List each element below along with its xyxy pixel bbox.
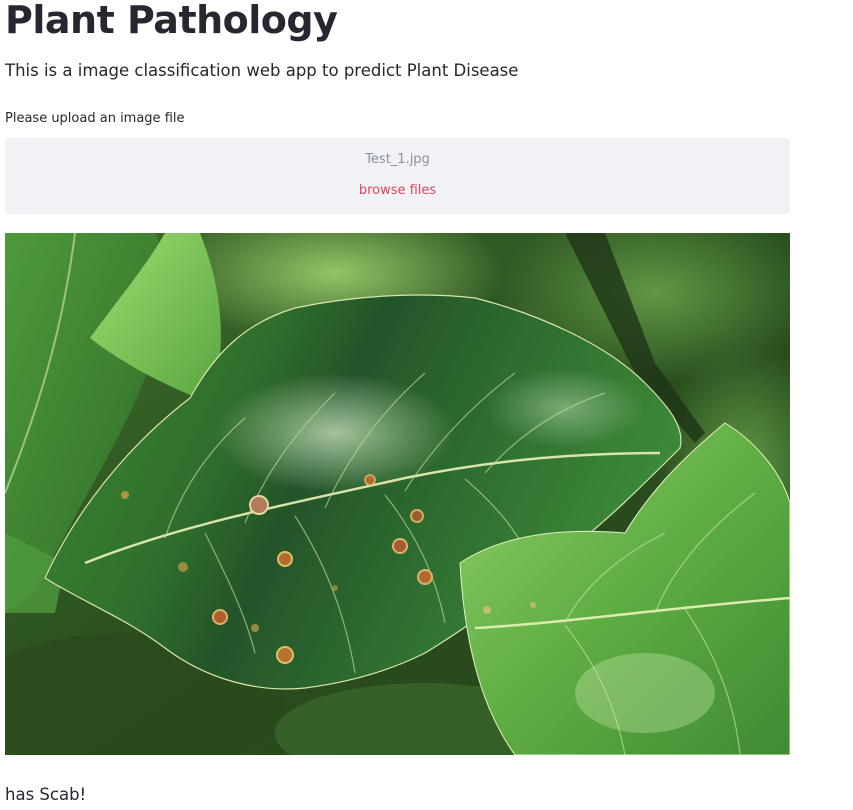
file-uploader-label: Please upload an image file <box>5 111 185 126</box>
uploaded-leaf-image <box>5 233 790 755</box>
page-subtitle: This is a image classification web app t… <box>5 61 519 80</box>
uploaded-filename: Test_1.jpg <box>365 152 430 167</box>
file-dropzone[interactable]: Test_1.jpg browse files <box>5 138 790 214</box>
page-title: Plant Pathology <box>5 0 338 42</box>
prediction-result: has Scab! <box>5 785 87 804</box>
browse-files-button[interactable]: browse files <box>5 183 790 198</box>
